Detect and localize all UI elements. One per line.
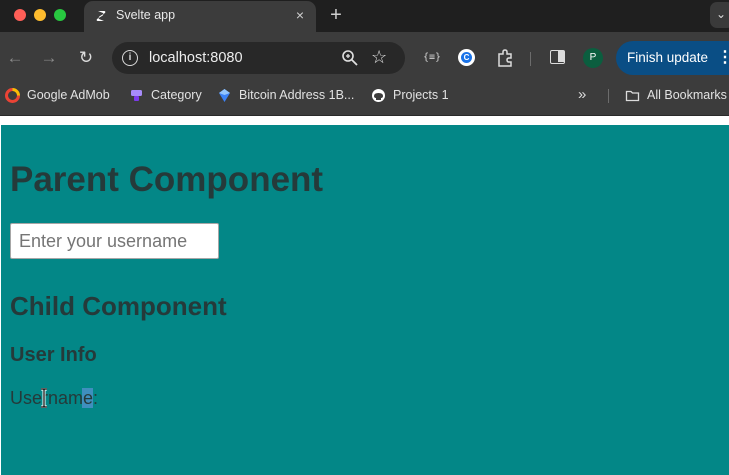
address-bar[interactable]: i localhost:8080 ☆ — [112, 42, 405, 74]
all-bookmarks-label: All Bookmarks — [647, 88, 727, 102]
more-bookmarks-icon[interactable]: » — [578, 84, 586, 106]
tab-title: Svelte app — [116, 8, 176, 22]
json-viewer-extension-icon[interactable]: {≡} — [423, 52, 441, 72]
tab-strip: Svelte app × + ⌄ — [0, 0, 729, 32]
site-info-icon[interactable]: i — [122, 50, 138, 66]
browser-toolbar: ← → ↻ i localhost:8080 ☆ {≡} C P Finish … — [0, 32, 729, 84]
bookmark-label: Google AdMob — [27, 88, 110, 102]
page-viewport: Parent Component Child Component User In… — [0, 117, 729, 475]
reload-button[interactable]: ↻ — [75, 47, 97, 69]
bookmarks-divider — [608, 89, 609, 103]
user-info-heading: User Info — [10, 344, 97, 366]
admob-icon — [5, 88, 20, 103]
svelte-app-root: Parent Component Child Component User In… — [1, 125, 729, 475]
parent-component-heading: Parent Component — [10, 160, 324, 199]
profile-avatar[interactable]: P — [583, 48, 603, 68]
tab-close-icon[interactable]: × — [292, 7, 308, 23]
more-menu-icon[interactable]: ⋮ — [717, 41, 729, 75]
chevron-down-icon: ⌄ — [716, 7, 727, 21]
child-component-heading: Child Component — [10, 291, 227, 321]
url-text[interactable]: localhost:8080 — [149, 50, 243, 66]
window-minimize-button[interactable] — [34, 9, 46, 21]
username-input[interactable] — [10, 223, 219, 259]
toolbar-divider — [530, 52, 531, 66]
zoom-icon[interactable] — [341, 49, 359, 67]
back-button[interactable]: ← — [4, 47, 26, 69]
finish-update-button[interactable]: Finish update ⋮ — [616, 41, 729, 75]
username-label: Username: — [10, 388, 99, 408]
bookmarks-bar: Google AdMob Category Bitcoin Address 1B… — [0, 84, 729, 116]
bookmark-label: Bitcoin Address 1B... — [239, 88, 355, 102]
side-panel-icon[interactable] — [550, 50, 565, 64]
window-maximize-button[interactable] — [54, 9, 66, 21]
window-close-button[interactable] — [14, 9, 26, 21]
text-cursor-icon — [41, 388, 47, 408]
bitcoin-icon — [219, 89, 230, 102]
svelte-icon — [96, 11, 106, 21]
forward-button[interactable]: → — [38, 47, 60, 69]
c-extension-icon[interactable]: C — [458, 49, 475, 66]
bookmark-label: Category — [151, 88, 202, 102]
finish-update-label: Finish update — [627, 50, 709, 65]
bookmark-label: Projects 1 — [393, 88, 449, 102]
extensions-puzzle-icon[interactable] — [495, 48, 515, 68]
new-tab-button[interactable]: + — [328, 4, 344, 27]
tab-search-button[interactable]: ⌄ — [710, 2, 729, 28]
tab-svelte-app[interactable]: Svelte app × — [84, 1, 316, 32]
bookmark-star-icon[interactable]: ☆ — [371, 47, 387, 68]
folder-icon — [625, 90, 640, 102]
github-icon — [372, 89, 385, 102]
category-icon — [131, 90, 142, 101]
